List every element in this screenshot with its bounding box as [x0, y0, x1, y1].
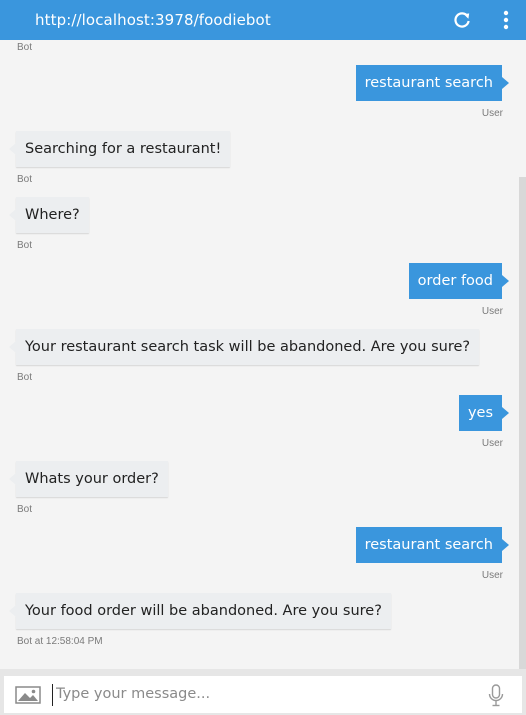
- message-meta: User: [481, 438, 503, 449]
- bot-message: Whats your order?: [9, 461, 168, 497]
- bot-message: Where?: [9, 197, 89, 233]
- scrollbar[interactable]: [519, 177, 526, 669]
- message-input[interactable]: [54, 682, 468, 706]
- message-composer: [4, 676, 522, 713]
- user-message: yes: [458, 395, 510, 431]
- bot-message: Searching for a restaurant!: [8, 131, 231, 167]
- user-message: restaurant search: [355, 65, 510, 101]
- image-icon[interactable]: [15, 685, 41, 705]
- bot-url: http://localhost:3978/foodiebot: [35, 11, 271, 29]
- microphone-icon[interactable]: [488, 684, 504, 708]
- text-cursor: [52, 684, 53, 706]
- bot-message: Your restaurant search task will be aban…: [8, 329, 480, 365]
- conversation-panel[interactable]: Bot restaurant search User Searching for…: [0, 40, 526, 669]
- user-message: order food: [408, 263, 510, 299]
- message-meta: Bot: [17, 504, 33, 515]
- chat-app: http://localhost:3978/foodiebot Bot rest…: [0, 0, 526, 715]
- message-meta: Bot: [17, 240, 33, 251]
- refresh-icon[interactable]: [452, 10, 472, 30]
- user-message: restaurant search: [355, 527, 510, 563]
- message-meta: Bot: [17, 372, 33, 383]
- bot-message: Your food order will be abandoned. Are y…: [9, 593, 391, 629]
- message-meta: User: [481, 306, 503, 317]
- message-meta: Bot: [17, 174, 33, 185]
- message-meta: Bot at 12:58:04 PM: [17, 636, 103, 647]
- message-meta: User: [481, 570, 503, 581]
- message-meta: Bot: [17, 42, 33, 53]
- message-meta: User: [481, 108, 503, 119]
- title-bar: http://localhost:3978/foodiebot: [0, 0, 526, 40]
- more-vertical-icon[interactable]: [500, 9, 512, 31]
